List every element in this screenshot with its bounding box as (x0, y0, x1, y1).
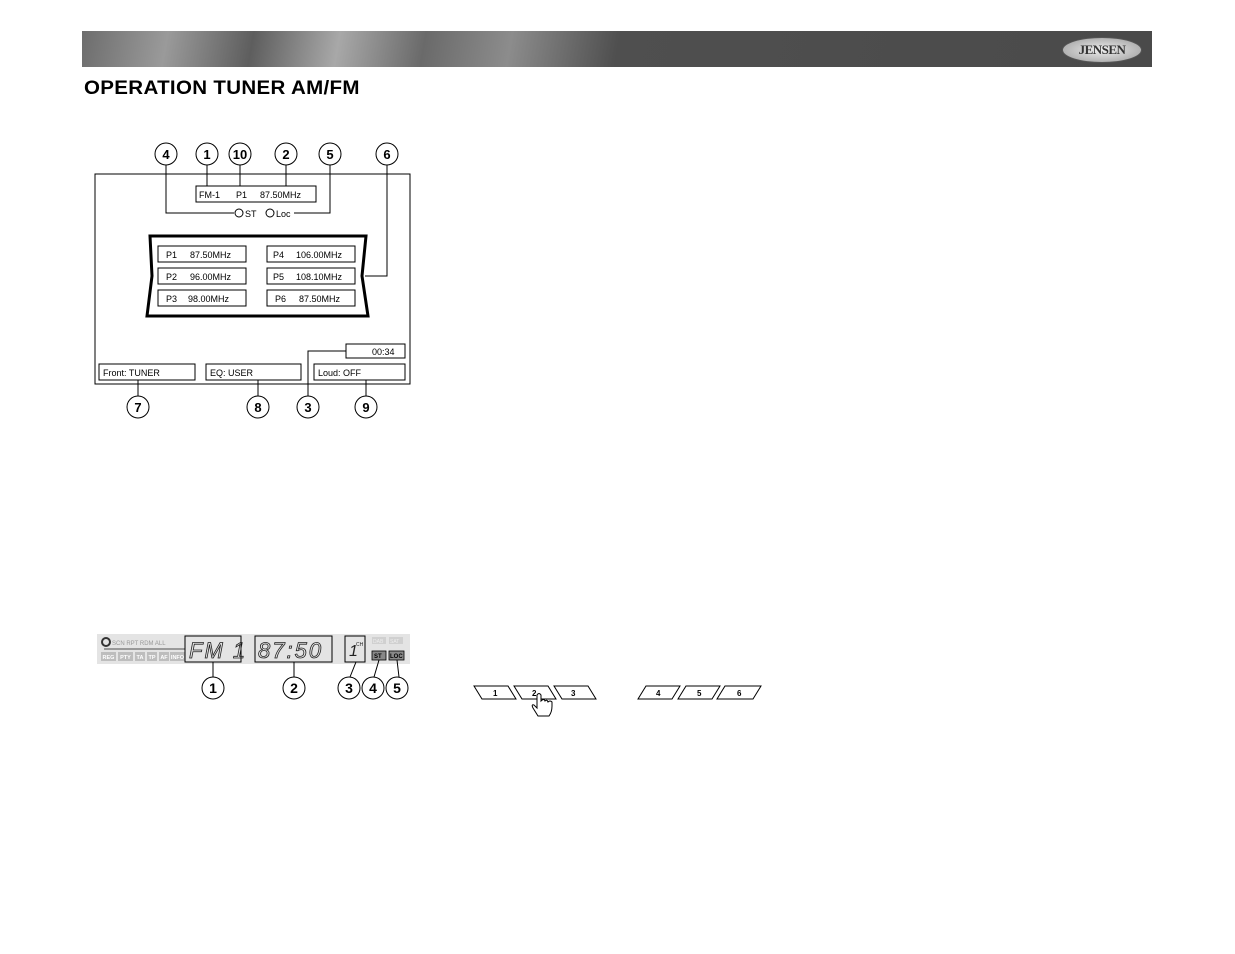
indicator-reg: REG (103, 655, 115, 661)
lcd-callout-1: 1 (209, 680, 217, 696)
page: JENSEN OPERATION TUNER AM/FM FM-1 P1 87.… (0, 0, 1235, 954)
preset-button-p3: P3 98.00MHz (157, 289, 247, 307)
svg-text:P3: P3 (166, 294, 177, 304)
st-indicator: ST (245, 209, 257, 219)
lcd-band: FM 1 (189, 638, 247, 663)
svg-text:SCN RPT RDM ALL: SCN RPT RDM ALL (112, 641, 166, 647)
callout-5: 5 (326, 147, 333, 162)
loud-setting: Loud: OFF (318, 368, 362, 378)
preset-label: P1 (236, 190, 247, 200)
svg-text:98.00MHz: 98.00MHz (188, 294, 230, 304)
front-source: Front: TUNER (103, 368, 160, 378)
callout-8: 8 (254, 400, 261, 415)
svg-text:P6: P6 (275, 294, 286, 304)
svg-text:SAT: SAT (390, 639, 399, 645)
svg-text:P5: P5 (273, 272, 284, 282)
svg-text:3: 3 (571, 689, 576, 698)
indicator-info: INFO (171, 655, 185, 661)
callout-9: 9 (362, 400, 369, 415)
indicator-ta: TA (137, 655, 144, 661)
svg-text:P4: P4 (273, 250, 284, 260)
frequency-label: 87.50MHz (260, 190, 302, 200)
svg-text:87.50MHz: 87.50MHz (190, 250, 232, 260)
lcd-callout-3: 3 (345, 680, 353, 696)
indicator-pty: PTY (120, 655, 131, 661)
callout-7: 7 (134, 400, 141, 415)
svg-text:ST: ST (374, 654, 382, 660)
lcd-callout-2: 2 (290, 680, 298, 696)
svg-text:108.10MHz: 108.10MHz (296, 272, 343, 282)
callout-1: 1 (203, 147, 210, 162)
lcd-callout-4: 4 (369, 680, 377, 696)
lcd-diagram: SCN RPT RDM ALL REG PTY TA TP AF INFO FM… (97, 634, 410, 700)
figures: FM-1 P1 87.50MHz ST Loc P1 87.50MHz P2 96.… (94, 142, 762, 717)
indicator-af: AF (160, 655, 168, 661)
svg-text:96.00MHz: 96.00MHz (190, 272, 232, 282)
svg-text:P1: P1 (166, 250, 177, 260)
svg-text:LOC: LOC (390, 654, 403, 660)
preset-button-p4: P4 106.00MHz (266, 245, 356, 263)
loc-indicator: Loc (276, 209, 291, 219)
svg-text:6: 6 (737, 689, 742, 698)
preset-buttons-illustration: 1 2 3 4 5 6 (473, 685, 762, 717)
svg-text:4: 4 (656, 689, 661, 698)
clock: 00:34 (372, 347, 395, 357)
svg-text:P2: P2 (166, 272, 177, 282)
indicator-tp: TP (148, 655, 155, 661)
callout-3: 3 (304, 400, 311, 415)
svg-text:DAB: DAB (373, 639, 384, 645)
tuner-screen-diagram: FM-1 P1 87.50MHz ST Loc P1 87.50MHz P2 96.… (94, 142, 411, 419)
svg-text:87.50MHz: 87.50MHz (299, 294, 341, 304)
band-label: FM-1 (199, 190, 220, 200)
callout-6: 6 (383, 147, 390, 162)
svg-text:106.00MHz: 106.00MHz (296, 250, 343, 260)
eq-setting: EQ: USER (210, 368, 254, 378)
svg-text:5: 5 (697, 689, 702, 698)
preset-button-p2: P2 96.00MHz (157, 267, 247, 285)
callout-2: 2 (282, 147, 289, 162)
preset-button-p1: P1 87.50MHz (157, 245, 247, 263)
lcd-callout-5: 5 (393, 680, 401, 696)
preset-button-p6: P6 87.50MHz (266, 289, 356, 307)
svg-text:CH: CH (356, 642, 364, 648)
preset-button-p5: P5 108.10MHz (266, 267, 356, 285)
svg-text:1: 1 (493, 689, 498, 698)
callout-4: 4 (162, 147, 170, 162)
lcd-frequency: 87:50 (258, 638, 323, 663)
svg-text:2: 2 (532, 689, 537, 698)
callout-10: 10 (233, 147, 247, 162)
